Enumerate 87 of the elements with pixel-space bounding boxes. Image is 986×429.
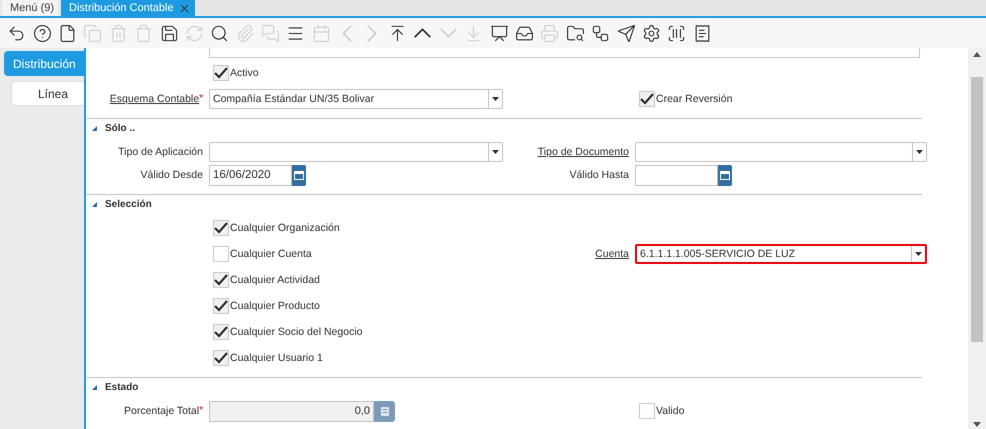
help-icon [32,24,52,42]
chevron-down-icon [440,28,457,38]
inbox-icon [515,24,534,42]
checkmark-icon [214,300,228,312]
checkbox-label: Valido [656,405,684,417]
required-mark: * [199,405,203,416]
field-link[interactable]: Cuenta [595,248,629,260]
send-icon [616,24,636,42]
calendar-icon [720,170,730,180]
calendar-button[interactable] [292,164,306,186]
barcode-scan-icon [667,24,686,42]
caret-icon [492,97,499,101]
checkbox[interactable] [213,246,229,262]
field-link[interactable]: Esquema Contable [110,93,200,105]
checkmark-icon [214,67,228,79]
scroll-up-icon[interactable] [973,52,981,57]
dropdown-field[interactable] [635,142,927,162]
chevron-left-icon [342,24,352,42]
checkmark-icon [214,222,228,234]
checkbox-label: Cualquier Actividad [230,274,320,286]
checkmark-icon [640,93,654,105]
checkbox-label: Cualquier Usuario 1 [230,352,323,364]
field-label: Válido Hasta [569,169,629,181]
calculator-button[interactable] [374,400,395,422]
date-field[interactable] [635,164,718,186]
document-icon [58,24,77,42]
search-icon [210,24,230,42]
field-label: Porcentaje Total [124,405,200,417]
checkbox[interactable] [213,220,229,236]
checkbox[interactable] [213,272,229,288]
field-label: Válido Desde [140,169,203,181]
collapse-icon[interactable] [92,126,97,130]
checkbox[interactable] [639,91,655,107]
caret-icon [492,150,499,154]
collapse-icon[interactable] [92,202,97,206]
trash-icon [134,24,154,42]
side-tab[interactable]: Línea [11,81,84,106]
trash-icon [108,24,128,42]
calendar-button[interactable] [718,164,732,186]
checkbox-label: Activo [230,67,259,79]
save-icon [160,24,179,42]
scrollbar-thumb[interactable] [971,77,983,342]
checkbox-label: Cualquier Organización [230,222,340,234]
chevron-right-icon [367,24,378,42]
checkbox-label: Cualquier Cuenta [230,248,312,260]
calendar-icon [312,24,331,42]
settings-icon [642,24,661,42]
checkbox[interactable] [213,350,229,366]
section-title: Selección [105,198,152,210]
caret-icon [915,252,922,256]
required-mark: * [199,93,203,104]
checkbox-label: Crear Reversión [656,93,732,105]
undo-icon [7,24,26,42]
checkbox[interactable] [639,403,655,419]
checkbox-label: Cualquier Socio del Negocio [230,326,362,338]
window-tab[interactable]: Menú (9) [2,0,58,16]
section-title: Estado [105,382,138,392]
field-label: Tipo de Aplicación [118,146,203,158]
scroll-down-icon[interactable] [973,422,981,427]
dropdown-field[interactable]: 6.1.1.1.1.005-SERVICIO DE LUZ [635,244,927,264]
checkmark-icon [214,274,228,286]
section-title: Sólo .. [105,122,135,134]
refresh-icon [184,24,204,42]
field-link[interactable]: Tipo de Documento [538,146,629,158]
receipt-icon [692,24,712,42]
number-field[interactable]: 0,0 [209,400,374,422]
checkbox[interactable] [213,324,229,340]
checkmark-icon [214,326,228,338]
collapse-icon[interactable] [92,384,97,390]
calculator-icon [380,406,388,416]
date-field[interactable]: 16/06/2020 [209,164,292,186]
workflow-icon [591,24,610,42]
copy-icon [83,24,102,42]
folder-search-icon [566,24,585,42]
chevron-up-icon [414,28,432,38]
checkbox[interactable] [213,65,229,81]
calendar-icon [294,170,304,180]
chat-icon [261,24,280,42]
paperclip-icon [236,24,255,42]
checkbox-label: Cualquier Producto [230,300,320,312]
printer-icon [540,24,560,42]
presentation-icon [490,24,509,42]
checkmark-icon [214,352,228,364]
caret-icon [916,150,923,154]
dropdown-field[interactable]: Compañía Estándar UN/35 Bolivar [209,89,503,109]
dropdown-field[interactable] [209,142,503,162]
checkbox[interactable] [213,298,229,314]
